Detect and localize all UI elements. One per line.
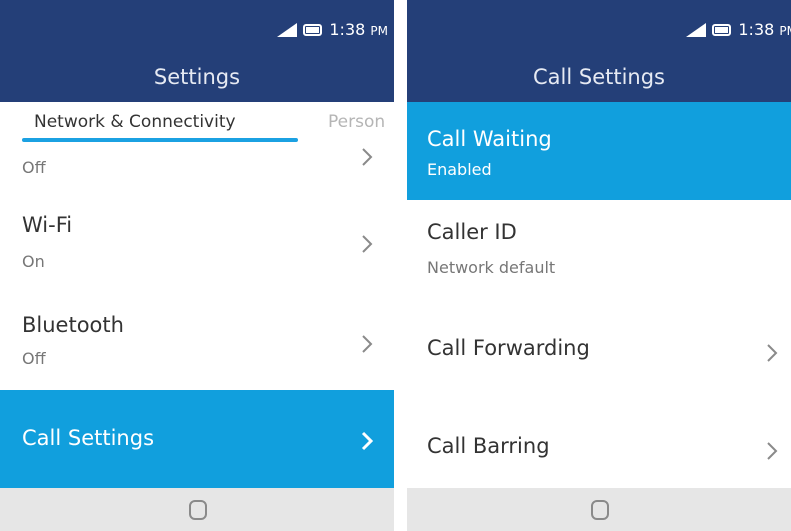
list-item-call-settings[interactable]: Call Settings bbox=[0, 390, 394, 488]
tab-bar: Network & Connectivity Person bbox=[0, 102, 394, 148]
call-settings-screen: 1:38 PM Call Settings Call Waiting Enabl… bbox=[407, 0, 791, 531]
item-title: Caller ID bbox=[427, 220, 517, 244]
home-icon[interactable] bbox=[591, 500, 609, 520]
chevron-right-icon bbox=[767, 344, 778, 362]
item-title: Wi-Fi bbox=[22, 213, 73, 237]
tab-personalization[interactable]: Person bbox=[328, 112, 385, 132]
chevron-right-icon bbox=[362, 335, 373, 353]
item-subtitle: Enabled bbox=[427, 160, 492, 179]
signal-icon bbox=[277, 22, 298, 37]
list-item-partial[interactable]: Off bbox=[0, 148, 394, 193]
item-subtitle: Off bbox=[22, 349, 46, 368]
item-subtitle: Off bbox=[22, 158, 46, 177]
tab-network-connectivity[interactable]: Network & Connectivity bbox=[34, 112, 236, 132]
item-title: Call Settings bbox=[22, 426, 155, 450]
navigation-bar bbox=[0, 488, 394, 531]
item-subtitle: On bbox=[22, 252, 45, 271]
page-title: Call Settings bbox=[407, 52, 791, 102]
battery-icon bbox=[712, 23, 732, 36]
active-tab-indicator bbox=[22, 138, 298, 142]
navigation-bar bbox=[407, 488, 791, 531]
chevron-right-icon bbox=[767, 442, 778, 460]
status-indicators: 1:38 PM bbox=[277, 20, 388, 39]
chevron-right-icon bbox=[362, 235, 373, 253]
list-item-bluetooth[interactable]: Bluetooth Off bbox=[0, 293, 394, 390]
status-indicators: 1:38 PM bbox=[686, 20, 791, 39]
settings-screen: 1:38 PM Settings Network & Connectivity … bbox=[0, 0, 394, 531]
item-title: Call Barring bbox=[427, 434, 550, 458]
chevron-right-icon bbox=[362, 148, 373, 166]
home-icon[interactable] bbox=[189, 500, 207, 520]
list-item-call-forwarding[interactable]: Call Forwarding bbox=[407, 300, 791, 400]
battery-icon bbox=[303, 23, 323, 36]
list-item-call-waiting[interactable]: Call Waiting Enabled bbox=[407, 102, 791, 200]
status-time: 1:38 PM bbox=[738, 20, 791, 39]
item-title: Call Waiting bbox=[427, 127, 552, 151]
list-item-caller-id[interactable]: Caller ID Network default bbox=[407, 200, 791, 300]
item-subtitle: Network default bbox=[427, 258, 556, 277]
status-bar: 1:38 PM bbox=[0, 0, 394, 52]
status-bar: 1:38 PM bbox=[407, 0, 791, 52]
signal-icon bbox=[686, 22, 707, 37]
item-title: Bluetooth bbox=[22, 313, 124, 337]
list-item-wifi[interactable]: Wi-Fi On bbox=[0, 193, 394, 293]
item-title: Call Forwarding bbox=[427, 336, 590, 360]
list-item-call-barring[interactable]: Call Barring bbox=[407, 400, 791, 488]
chevron-right-icon bbox=[361, 431, 374, 451]
page-title: Settings bbox=[0, 52, 394, 102]
status-time: 1:38 PM bbox=[329, 20, 388, 39]
